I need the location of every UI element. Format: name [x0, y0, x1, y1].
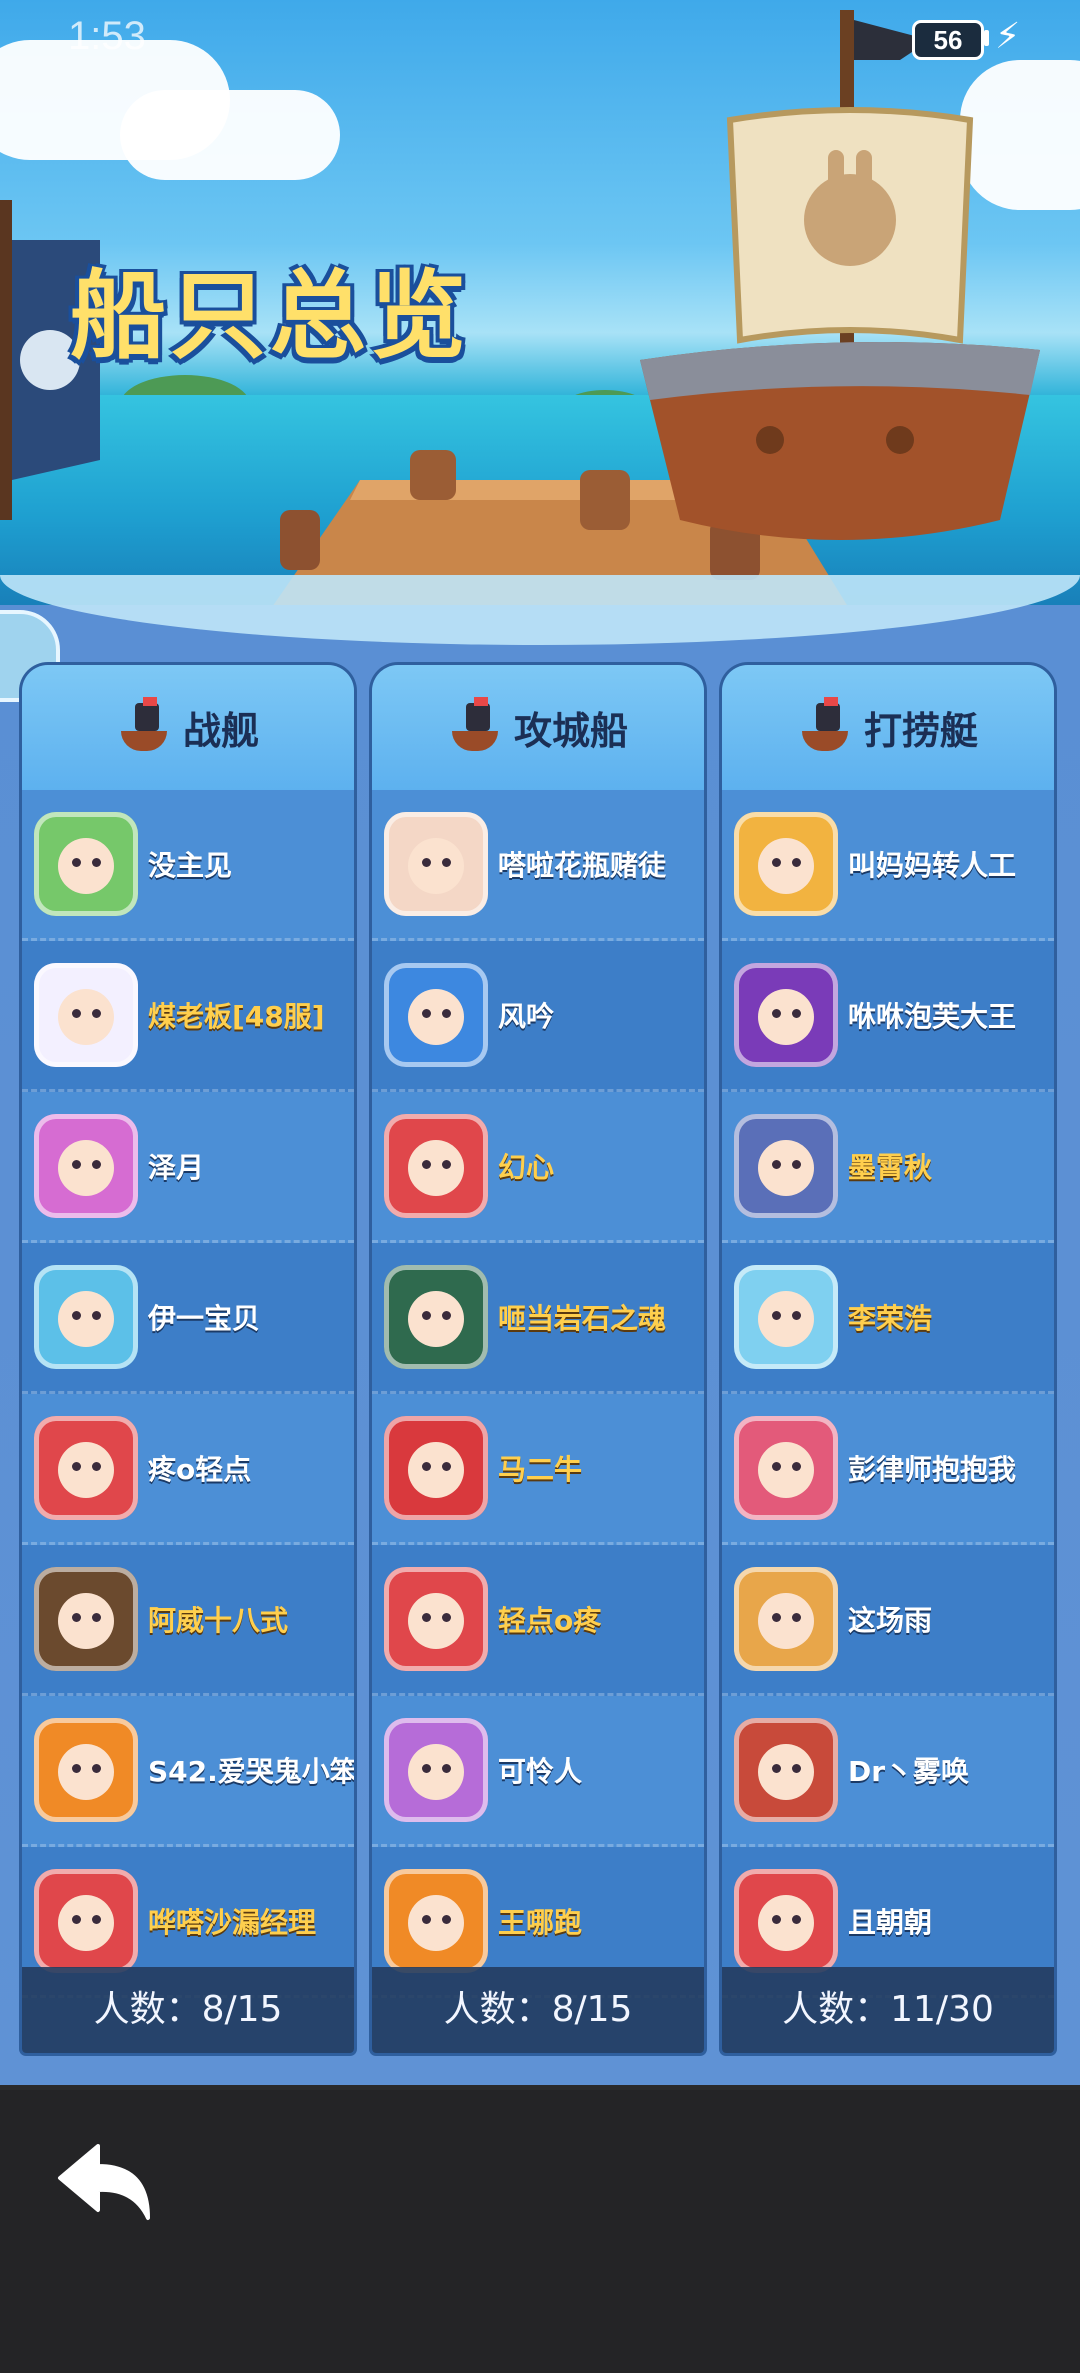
member-name: 伊一宝贝 [148, 1302, 261, 1335]
member-count: 人数：11/30 [722, 1967, 1054, 2053]
member-row[interactable]: 这场雨 [722, 1545, 1054, 1696]
member-name: 咻咻泡芙大王 [848, 1000, 1017, 1033]
member-row[interactable]: 可怜人 [372, 1696, 704, 1847]
ship-icon [117, 696, 171, 755]
member-name: 哗嗒沙漏经理 [148, 1906, 317, 1939]
ship-column-0: 战舰没主见煤老板[48服] 泽月伊一宝贝疼o轻点阿威十八式 S42.爱哭鬼小笨 哗嗒沙… [22, 665, 354, 2053]
member-name: 嗒啦花瓶赌徒 [498, 849, 667, 882]
avatar[interactable] [734, 1114, 838, 1218]
avatar[interactable] [734, 1567, 838, 1671]
avatar[interactable] [384, 1718, 488, 1822]
avatar[interactable] [34, 1114, 138, 1218]
avatar[interactable] [384, 1114, 488, 1218]
avatar[interactable] [34, 1416, 138, 1520]
member-row[interactable]: 咻咻泡芙大王 [722, 941, 1054, 1092]
member-name: 咂当岩石之魂 [498, 1302, 667, 1335]
avatar[interactable] [34, 1567, 138, 1671]
page-title: 船只总览 [70, 260, 470, 372]
bottom-bar [0, 2090, 1080, 2373]
battery-indicator: 56 [912, 20, 984, 60]
member-row[interactable]: 叫妈妈转人工 [722, 790, 1054, 941]
member-row[interactable]: 泽月 [22, 1092, 354, 1243]
member-name: 煤老板[48服] [148, 1000, 325, 1033]
avatar[interactable] [384, 1869, 488, 1973]
member-name: Dr丶雾唤 [848, 1755, 970, 1788]
member-name: 轻点o疼 [498, 1604, 602, 1637]
member-row[interactable]: 阿威十八式 [22, 1545, 354, 1696]
member-row[interactable]: 风吟 [372, 941, 704, 1092]
avatar[interactable] [34, 963, 138, 1067]
avatar[interactable] [34, 1869, 138, 1973]
member-name: 疼o轻点 [148, 1453, 252, 1486]
member-name: 幻心 [498, 1151, 555, 1184]
column-title: 打捞艇 [863, 709, 978, 753]
member-name: 墨霄秋 [848, 1151, 933, 1184]
member-row[interactable]: 马二牛 [372, 1394, 704, 1545]
member-name: 没主见 [148, 849, 233, 882]
avatar[interactable] [734, 812, 838, 916]
ship-column-1: 攻城船嗒啦花瓶赌徒 风吟幻心咂当岩石之魂 马二牛轻点o疼可怜人王哪跑人数：8/15 [372, 665, 704, 2053]
avatar[interactable] [34, 1718, 138, 1822]
member-name: 且朝朝 [848, 1906, 933, 1939]
member-name: 风吟 [498, 1000, 555, 1033]
ship-icon [798, 696, 852, 755]
ship-icon [448, 696, 502, 755]
member-row[interactable]: 疼o轻点 [22, 1394, 354, 1545]
member-name: 李荣浩 [848, 1302, 933, 1335]
member-count: 人数：8/15 [372, 1967, 704, 2053]
member-name: 可怜人 [498, 1755, 583, 1788]
member-count: 人数：8/15 [22, 1967, 354, 2053]
column-header: 打捞艇 [722, 665, 1054, 790]
member-name: 彭律师抱抱我 [848, 1453, 1017, 1486]
avatar[interactable] [34, 1265, 138, 1369]
avatar[interactable] [384, 1567, 488, 1671]
column-title: 战舰 [182, 709, 259, 753]
avatar[interactable] [734, 1265, 838, 1369]
ship-column-2: 打捞艇叫妈妈转人工 咻咻泡芙大王 墨霄秋李荣浩彭律师抱抱我 这场雨 Dr丶雾唤且朝朝人数… [722, 665, 1054, 2053]
member-row[interactable]: 嗒啦花瓶赌徒 [372, 790, 704, 941]
cloud-decoration [120, 90, 340, 180]
header-banner: 1:53 56 ⚡ 船只总览 [0, 0, 1080, 640]
member-row[interactable]: 煤老板[48服] [22, 941, 354, 1092]
member-name: 王哪跑 [498, 1906, 583, 1939]
column-title: 攻城船 [513, 709, 628, 753]
member-row[interactable]: S42.爱哭鬼小笨 [22, 1696, 354, 1847]
member-name: 马二牛 [498, 1453, 583, 1486]
avatar[interactable] [384, 963, 488, 1067]
avatar[interactable] [734, 1718, 838, 1822]
status-time: 1:53 [68, 14, 146, 58]
column-header: 攻城船 [372, 665, 704, 790]
back-arrow-icon[interactable] [56, 2142, 156, 2222]
member-row[interactable]: 伊一宝贝 [22, 1243, 354, 1394]
member-row[interactable]: Dr丶雾唤 [722, 1696, 1054, 1847]
column-header: 战舰 [22, 665, 354, 790]
avatar[interactable] [384, 1265, 488, 1369]
member-row[interactable]: 墨霄秋 [722, 1092, 1054, 1243]
member-row[interactable]: 李荣浩 [722, 1243, 1054, 1394]
member-row[interactable]: 幻心 [372, 1092, 704, 1243]
battery-tip [984, 30, 989, 46]
avatar[interactable] [384, 812, 488, 916]
member-name: 这场雨 [848, 1604, 933, 1637]
wave-divider [0, 575, 1080, 645]
avatar[interactable] [734, 1416, 838, 1520]
member-name: 泽月 [148, 1151, 205, 1184]
member-row[interactable]: 轻点o疼 [372, 1545, 704, 1696]
avatar[interactable] [734, 1869, 838, 1973]
member-row[interactable]: 没主见 [22, 790, 354, 941]
member-name: 阿威十八式 [148, 1604, 289, 1637]
avatar[interactable] [734, 963, 838, 1067]
member-row[interactable]: 咂当岩石之魂 [372, 1243, 704, 1394]
avatar[interactable] [384, 1416, 488, 1520]
member-name: 叫妈妈转人工 [848, 849, 1017, 882]
pirate-ship-illustration [640, 10, 1040, 540]
member-row[interactable]: 彭律师抱抱我 [722, 1394, 1054, 1545]
member-name: S42.爱哭鬼小笨 [148, 1755, 354, 1788]
avatar[interactable] [34, 812, 138, 916]
charging-icon: ⚡ [995, 16, 1021, 57]
